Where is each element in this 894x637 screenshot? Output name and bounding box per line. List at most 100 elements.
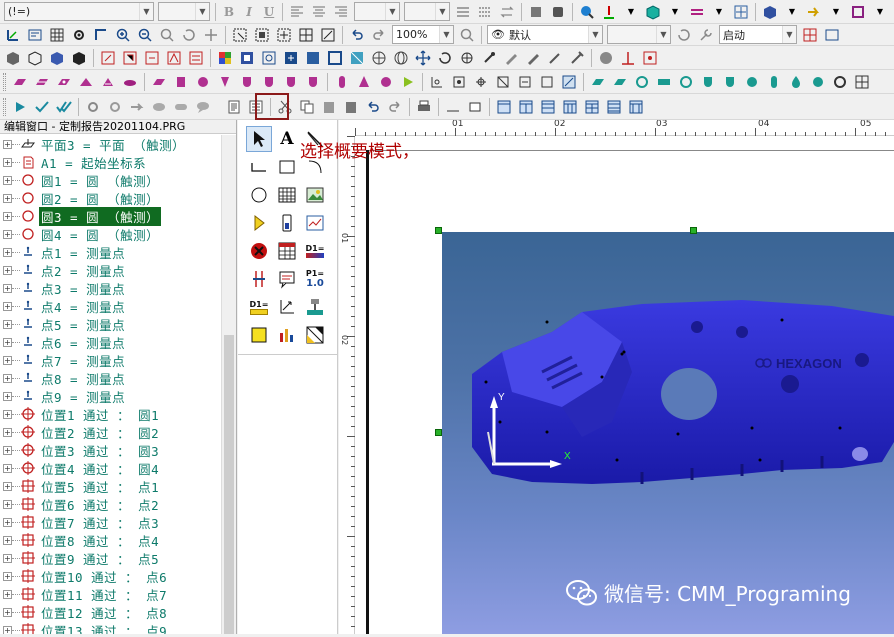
fit-view-icon[interactable] [731, 2, 751, 22]
tree-item[interactable]: + 位置11 通过 ： 点7 [0, 585, 222, 603]
italic-button[interactable]: I [240, 3, 258, 21]
probe-combo[interactable]: ▼ [607, 25, 671, 44]
dim-ball-icon[interactable] [742, 72, 762, 92]
layout-7-icon[interactable] [626, 97, 646, 117]
construct-2-icon[interactable] [449, 72, 469, 92]
expand-icon[interactable]: + [3, 625, 12, 634]
cad-view-tool[interactable] [302, 322, 328, 348]
align-right-icon[interactable] [331, 2, 351, 22]
tree-item[interactable]: + 平面3 = 平面 （触测） [0, 135, 222, 153]
size-combo[interactable]: ▼ [158, 2, 210, 21]
polyline-tool[interactable] [246, 154, 272, 180]
record-icon[interactable] [83, 97, 103, 117]
layout-5-icon[interactable] [582, 97, 602, 117]
feature-line-icon[interactable] [32, 72, 52, 92]
expand-icon[interactable]: + [3, 571, 12, 581]
bold-button[interactable]: B [220, 3, 238, 21]
globe-icon[interactable] [369, 48, 389, 68]
refresh-icon[interactable] [674, 25, 694, 45]
lines-icon[interactable] [453, 2, 473, 22]
align-center-icon[interactable] [309, 2, 329, 22]
dim-gear-icon[interactable] [830, 72, 850, 92]
construct-4-icon[interactable] [493, 72, 513, 92]
resize-handle[interactable] [435, 429, 442, 436]
layout-6-icon[interactable] [604, 97, 624, 117]
feature-cup-icon[interactable] [237, 72, 257, 92]
cube-dark-icon[interactable] [69, 48, 89, 68]
expand-icon[interactable]: + [3, 463, 12, 473]
chevron-down-icon[interactable]: ▼ [826, 2, 846, 22]
expand-icon[interactable]: + [3, 589, 12, 599]
target-grid-icon[interactable] [259, 48, 279, 68]
font-combo[interactable]: (!=) ▼ [4, 2, 154, 21]
dim-circle-icon[interactable] [632, 72, 652, 92]
expand-icon[interactable]: + [3, 499, 12, 509]
expand-icon[interactable]: + [3, 427, 12, 437]
expand-icon[interactable]: + [3, 229, 12, 239]
check-icon[interactable] [32, 97, 52, 117]
cube-view-icon[interactable] [643, 2, 663, 22]
tree-item[interactable]: + 位置9 通过 ： 点5 [0, 549, 222, 567]
expand-icon[interactable]: + [3, 319, 12, 329]
tree-item[interactable]: + 点1 = 测量点 [0, 243, 222, 261]
tree-item[interactable]: + 点3 = 测量点 [0, 279, 222, 297]
tree-item[interactable]: + 位置6 通过 ： 点2 [0, 495, 222, 513]
feature-cone-3-icon[interactable] [354, 72, 374, 92]
construct-3-icon[interactable] [471, 72, 491, 92]
cube-grid-icon[interactable] [25, 48, 45, 68]
histogram-tool[interactable] [274, 322, 300, 348]
expand-icon[interactable]: + [3, 301, 12, 311]
dim-ball-2-icon[interactable] [808, 72, 828, 92]
scrollbar-thumb[interactable] [224, 335, 234, 634]
snap-grid-icon[interactable] [640, 48, 660, 68]
dotted-lines-icon[interactable] [475, 2, 495, 22]
arrow-gray-icon[interactable] [127, 97, 147, 117]
solid-view-icon[interactable] [760, 2, 780, 22]
stop-alt-icon[interactable] [548, 2, 568, 22]
wrench-icon[interactable] [696, 25, 716, 45]
chat-gray-icon[interactable] [193, 97, 213, 117]
feature-ball-icon[interactable] [376, 72, 396, 92]
feature-cone-icon[interactable] [76, 72, 96, 92]
layout-2-icon[interactable] [516, 97, 536, 117]
chevron-down-icon[interactable]: ▼ [656, 26, 670, 43]
yellow-box-tool[interactable] [246, 322, 272, 348]
rotate-view-icon[interactable] [435, 48, 455, 68]
resize-handle[interactable] [435, 227, 442, 234]
feature-cylinder-icon[interactable] [171, 72, 191, 92]
zoom-combo[interactable]: 100% ▼ [392, 25, 454, 44]
zoom-window-icon[interactable] [157, 25, 177, 45]
toggle-view-icon[interactable] [237, 48, 257, 68]
tree-item[interactable]: + 圆2 = 圆 （触测） [0, 189, 222, 207]
settings-icon[interactable] [25, 25, 45, 45]
expand-icon[interactable]: + [3, 337, 12, 347]
dim-pill-icon[interactable] [764, 72, 784, 92]
tree-item[interactable]: + 圆1 = 圆 （触测） [0, 171, 222, 189]
probe-tip-icon[interactable] [479, 48, 499, 68]
target-icon[interactable] [848, 2, 868, 22]
chevron-down-icon[interactable]: ▼ [870, 2, 890, 22]
expand-icon[interactable]: + [3, 139, 12, 149]
paste-icon[interactable] [319, 97, 339, 117]
select-feature-icon[interactable] [318, 25, 338, 45]
line-tool-icon[interactable] [443, 97, 463, 117]
solid-cube-icon[interactable] [3, 48, 23, 68]
chevron-down-icon[interactable]: ▼ [588, 26, 602, 43]
alignment-icon[interactable] [3, 25, 23, 45]
redo-icon[interactable] [369, 25, 389, 45]
arrow-tool[interactable] [246, 210, 272, 236]
play-icon[interactable] [10, 97, 30, 117]
expand-icon[interactable]: + [3, 409, 12, 419]
chevron-down-icon[interactable]: ▼ [665, 2, 685, 22]
pointer-tool[interactable] [246, 126, 272, 152]
expand-icon[interactable]: + [3, 175, 12, 185]
copy-icon[interactable] [297, 97, 317, 117]
export-ladder-icon[interactable] [186, 48, 206, 68]
toolbar-grip[interactable] [3, 97, 6, 116]
expand-icon[interactable]: + [3, 193, 12, 203]
rect-tool-icon[interactable] [465, 97, 485, 117]
table-red-icon[interactable] [800, 25, 820, 45]
feature-pill-icon[interactable] [332, 72, 352, 92]
rotate-icon[interactable] [179, 25, 199, 45]
undo-blue-icon[interactable] [363, 97, 383, 117]
